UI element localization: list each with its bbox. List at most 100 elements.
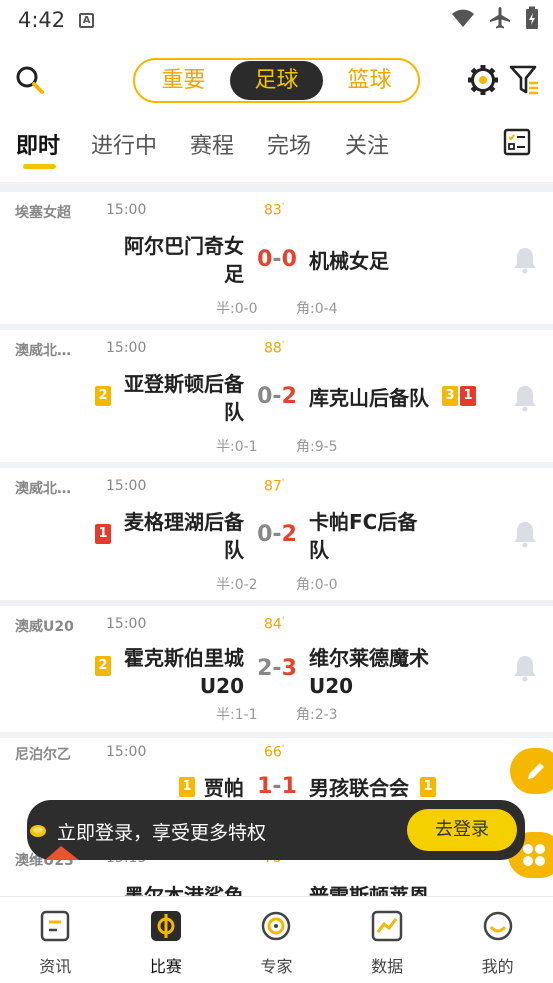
away-team: 维尔莱德魔术 U20 [309,644,449,700]
gear-icon[interactable] [466,63,500,97]
bell-icon[interactable] [512,654,538,682]
corner-count: 角:9-5 [296,439,338,455]
status-icons [451,6,539,30]
nav-profile[interactable]: 我的 [442,897,553,983]
login-banner[interactable]: 立即登录，享受更多特权 去登录 [27,800,525,860]
login-button[interactable]: 去登录 [407,809,517,851]
profile-icon [483,911,512,941]
nav-label: 资讯 [39,957,72,976]
home-team: 阿尔巴门奇女 足 [104,232,244,288]
banner-decoration-icon [45,846,79,860]
score: 0-2 [257,522,297,547]
home-team-line: 麦格理湖后备 [124,510,244,534]
away-team: 库克山后备队 [309,384,444,412]
yellow-card-badge: 3 [442,386,458,406]
nav-experts[interactable]: 专家 [221,897,332,983]
match-row[interactable]: 埃塞女超 15:00 83' 阿尔巴门奇女 足 0-0 机械女足 半:0-0 角… [0,192,553,324]
yellow-card-badge: 1 [420,777,436,797]
match-minute: 88' [264,340,285,357]
divider [0,182,553,192]
away-team: 卡帕FC后备 队 [309,508,449,564]
segment-important[interactable]: 重要 [137,61,230,100]
wifi-icon [452,9,474,27]
nav-data[interactable]: 数据 [332,897,443,983]
header: 重要 足球 篮球 [0,52,553,108]
red-card-badge: 1 [460,386,476,406]
away-team-line: 维尔莱德魔术 [309,646,429,670]
home-team-line: 亚登斯顿后备 [124,372,244,396]
corner-count: 角:0-4 [296,301,338,317]
corner-count: 角:2-3 [296,707,338,723]
nav-matches[interactable]: 比赛 [111,897,222,983]
match-minute: 66' [264,744,285,761]
chart-icon [371,910,403,942]
score: 2-3 [257,656,297,681]
status-time: 4:42 [18,8,66,32]
nav-label: 数据 [371,957,404,976]
match-time: 15:00 [106,340,147,356]
tab-following[interactable]: 关注 [345,128,389,160]
match-time: 15:00 [106,478,147,494]
status-tabs: 即时 进行中 赛程 完场 关注 [0,122,553,172]
nav-label: 我的 [481,957,514,976]
away-team-line: 卡帕FC后备 [309,510,418,534]
away-team-line: 库克山后备队 [309,386,429,410]
sport-segment-control: 重要 足球 篮球 [133,58,420,103]
segment-basketball[interactable]: 篮球 [323,61,416,100]
bell-icon[interactable] [512,384,538,412]
score: 1-1 [257,774,297,799]
tab-live[interactable]: 即时 [16,128,60,160]
app-screen: 4:42 A 重要 足球 篮球 即时 进行中 赛程 完场 关注 埃塞女超 15:… [0,0,553,983]
home-team-line: 队 [224,538,244,562]
accessibility-icon: A [79,12,95,28]
status-bar: 4:42 A [0,0,553,40]
away-team-line: 男孩联合会 [309,776,409,800]
match-time: 15:00 [106,744,147,760]
filter-icon[interactable] [508,63,540,97]
experts-icon [262,911,291,941]
nav-label: 专家 [260,957,293,976]
login-banner-text: 立即登录，享受更多特权 [57,822,267,844]
checklist-icon[interactable] [503,128,531,156]
segment-football[interactable]: 足球 [230,61,323,100]
score: 0-0 [257,247,297,272]
home-team: 贾帕 [104,774,244,802]
tab-finished[interactable]: 完场 [267,128,311,160]
search-icon[interactable] [14,64,46,96]
edit-fab[interactable] [510,748,553,794]
tab-in-progress[interactable]: 进行中 [91,128,157,160]
corner-count: 角:0-0 [296,577,338,593]
nav-news[interactable]: 资讯 [0,897,111,983]
tab-active-indicator [23,164,56,169]
match-row[interactable]: 澳威北… 15:00 88' 2 亚登斯顿后备 队 0-2 库克山后备队 3 1… [0,330,553,462]
home-team: 麦格理湖后备 队 [104,508,244,564]
tab-schedule[interactable]: 赛程 [190,128,234,160]
news-icon [41,910,70,942]
league-name: 澳威北… [15,343,71,359]
match-time: 15:00 [106,616,147,632]
half-time-score: 半:0-0 [216,301,258,317]
away-team-line: 队 [309,538,329,562]
match-row[interactable]: 澳威北… 15:00 87' 1 麦格理湖后备 队 0-2 卡帕FC后备 队 半… [0,468,553,600]
away-team: 机械女足 [309,247,449,275]
match-time: 15:00 [106,202,147,218]
away-team-line: U20 [309,674,354,698]
league-name: 澳威U20 [15,619,74,635]
nav-label: 比赛 [149,957,182,976]
battery-icon [526,6,538,29]
home-team: 霍克斯伯里城 U20 [104,644,244,700]
half-time-score: 半:0-1 [216,439,258,455]
away-team: 男孩联合会 [309,774,421,802]
grid-icon [523,844,545,866]
pencil-icon [528,763,544,779]
home-team-line: U20 [199,674,244,698]
away-team-line: 机械女足 [309,249,389,273]
match-row[interactable]: 澳威U20 15:00 84' 2 霍克斯伯里城 U20 2-3 维尔莱德魔术 … [0,606,553,732]
matches-icon [150,911,181,941]
home-team-line: 贾帕 [204,776,244,800]
bell-icon[interactable] [512,246,538,274]
match-minute: 83' [264,202,285,219]
airplane-icon [490,7,510,29]
bell-icon[interactable] [512,520,538,548]
half-time-score: 半:1-1 [216,707,258,723]
